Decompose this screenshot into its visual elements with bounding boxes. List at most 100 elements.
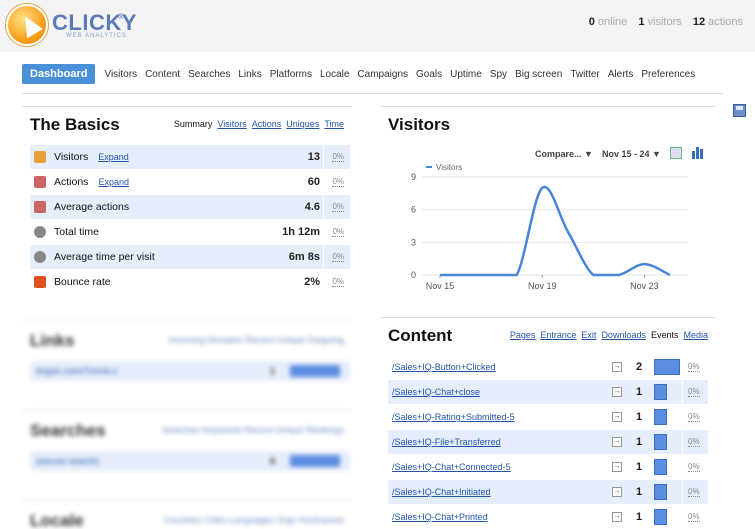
row-divider	[323, 145, 324, 169]
basics-row-percent[interactable]: 0%	[332, 277, 344, 287]
actions-label: actions	[708, 16, 743, 28]
nav-tab-alerts[interactable]: Alerts	[605, 69, 637, 80]
basics-row-percent[interactable]: 0%	[332, 227, 344, 237]
links-title: Links	[30, 331, 75, 350]
basics-row-label: Bounce rate	[54, 276, 111, 288]
basics-row-percent[interactable]: 0%	[332, 177, 344, 187]
basics-tab-uniques[interactable]: Uniques	[286, 119, 319, 129]
row-divider	[682, 480, 683, 504]
expand-link[interactable]: Expand	[98, 177, 129, 187]
nav-tab-preferences[interactable]: Preferences	[638, 69, 698, 80]
external-link-icon[interactable]: →	[612, 437, 622, 447]
content-tab-pages[interactable]: Pages	[510, 330, 536, 340]
external-link-icon[interactable]: →	[612, 387, 622, 397]
visitors-label: visitors	[647, 16, 682, 28]
content-row-bar	[654, 509, 667, 525]
nav-tab-spy[interactable]: Spy	[487, 69, 510, 80]
external-link-icon[interactable]: →	[612, 362, 622, 372]
nav-tab-content[interactable]: Content	[142, 69, 183, 80]
basics-row-percent[interactable]: 0%	[332, 252, 344, 262]
basics-row-percent[interactable]: 0%	[332, 202, 344, 212]
content-row-percent[interactable]: 0%	[688, 437, 700, 447]
basics-row-percent[interactable]: 0%	[332, 152, 344, 162]
content-row-percent[interactable]: 0%	[688, 412, 700, 422]
basics-title: The Basics	[30, 115, 120, 134]
searches-row-value: 6	[270, 456, 276, 466]
nav-tab-dashboard[interactable]: Dashboard	[22, 64, 96, 84]
content-row-path[interactable]: /Sales+IQ-Chat+Initiated	[392, 487, 491, 497]
locale-panel: Locale Countries Cities Languages Orgs H…	[22, 500, 352, 529]
nav-tab-visitors[interactable]: Visitors	[101, 69, 140, 80]
content-row-percent[interactable]: 0%	[688, 512, 700, 522]
nav-tab-big-screen[interactable]: Big screen	[512, 69, 565, 80]
searches-row-label[interactable]: (secure search)	[36, 456, 99, 466]
main-content: Dashboard Visitors Content Searches Links Pla…	[0, 52, 755, 529]
content-row-path[interactable]: /Sales+IQ-Chat+Printed	[392, 512, 488, 522]
content-tab-downloads[interactable]: Downloads	[601, 330, 646, 340]
content-row-percent[interactable]: 0%	[688, 387, 700, 397]
content-tab-media[interactable]: Media	[683, 330, 708, 340]
content-row-bar	[654, 484, 667, 500]
searches-tabs[interactable]: Searches Keywords Recent Unique Rankings	[162, 425, 344, 435]
content-tab-events[interactable]: Events	[651, 330, 679, 340]
row-divider	[323, 220, 324, 244]
searches-row[interactable]: (secure search) 6	[30, 451, 350, 471]
expand-link[interactable]: Expand	[98, 152, 129, 162]
content-row-percent[interactable]: 0%	[688, 362, 700, 372]
external-link-icon[interactable]: →	[612, 412, 622, 422]
content-row: /Sales+IQ-Rating+Submitted-5 → 1 0%	[388, 405, 708, 429]
links-row-value: 1	[270, 366, 276, 376]
content-row-bar	[654, 384, 667, 400]
clicky-logo-icon[interactable]	[6, 4, 48, 46]
external-link-icon[interactable]: →	[612, 487, 622, 497]
nav-tab-platforms[interactable]: Platforms	[267, 69, 315, 80]
external-link-icon[interactable]: →	[612, 462, 622, 472]
links-row[interactable]: tinypic.com/7cnrvk.o 1	[30, 361, 350, 381]
content-row-path[interactable]: /Sales+IQ-Rating+Submitted-5	[392, 412, 515, 422]
bounce-icon	[34, 276, 46, 288]
main-nav: Dashboard Visitors Content Searches Links Pla…	[22, 63, 700, 85]
links-tabs[interactable]: Incoming Domains Recent Unique Outgoing	[168, 335, 344, 345]
visitors-panel: Visitors Compare... ▼ Nov 15 - 24 ▼ 0369…	[380, 106, 716, 296]
basics-tab-actions[interactable]: Actions	[252, 119, 282, 129]
basics-tab-visitors[interactable]: Visitors	[217, 119, 246, 129]
clock-icon	[34, 226, 46, 238]
clock-icon	[34, 251, 46, 263]
x-tick-label: Nov 23	[630, 281, 659, 291]
nav-tab-campaigns[interactable]: Campaigns	[354, 69, 411, 80]
content-row-bar	[654, 434, 667, 450]
basics-row-label: Average actions	[54, 201, 130, 213]
external-link-icon[interactable]: →	[612, 512, 622, 522]
nav-tab-goals[interactable]: Goals	[413, 69, 445, 80]
basics-tab-time[interactable]: Time	[324, 119, 344, 129]
locale-tabs[interactable]: Countries Cities Languages Orgs Hostname…	[163, 515, 344, 525]
content-row-count: 1	[636, 436, 643, 448]
content-tab-entrance[interactable]: Entrance	[540, 330, 576, 340]
searches-title: Searches	[30, 421, 106, 440]
row-divider	[682, 380, 683, 404]
basics-row-value: 60	[307, 176, 320, 188]
basics-row-label: Visitors	[54, 151, 89, 163]
content-row-percent[interactable]: 0%	[688, 487, 700, 497]
basics-row: Average time per visit 6m 8s 0%	[30, 245, 350, 269]
content-tab-exit[interactable]: Exit	[581, 330, 596, 340]
actions-icon	[34, 176, 46, 188]
nav-tab-searches[interactable]: Searches	[185, 69, 233, 80]
content-row-path[interactable]: /Sales+IQ-Button+Clicked	[392, 362, 496, 372]
content-row-percent[interactable]: 0%	[688, 462, 700, 472]
nav-tab-links[interactable]: Links	[235, 69, 264, 80]
nav-tab-locale[interactable]: Locale	[317, 69, 352, 80]
links-row-label[interactable]: tinypic.com/7cnrvk.o	[36, 366, 118, 376]
save-icon[interactable]	[733, 104, 746, 117]
nav-tab-twitter[interactable]: Twitter	[567, 69, 602, 80]
searches-row-bar	[290, 455, 340, 467]
content-row-path[interactable]: /Sales+IQ-File+Transferred	[392, 437, 501, 447]
row-divider	[682, 405, 683, 429]
nav-tab-uptime[interactable]: Uptime	[447, 69, 485, 80]
row-divider	[323, 195, 324, 219]
content-row-path[interactable]: /Sales+IQ-Chat+close	[392, 387, 480, 397]
content-row-path[interactable]: /Sales+IQ-Chat+Connected-5	[392, 462, 511, 472]
content-row-count: 2	[636, 361, 643, 373]
basics-row: Average actions 4.6 0%	[30, 195, 350, 219]
basics-tab-summary[interactable]: Summary	[174, 119, 213, 129]
